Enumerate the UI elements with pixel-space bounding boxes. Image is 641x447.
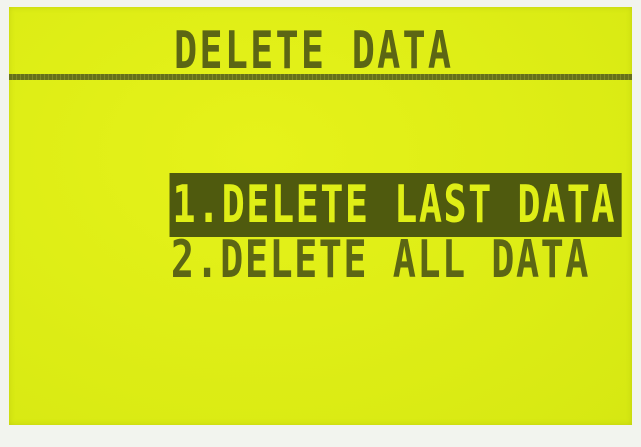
device-bezel: DELETE DATA 1.DELETE LAST DATA 2.DELETE … xyxy=(0,0,641,447)
lcd-screen: DELETE DATA 1.DELETE LAST DATA 2.DELETE … xyxy=(9,7,632,425)
title-divider xyxy=(9,74,632,80)
menu-item-label: 2.DELETE ALL DATA xyxy=(170,230,590,290)
menu-item-delete-last-data[interactable]: 1.DELETE LAST DATA xyxy=(23,127,621,235)
screen-title: DELETE DATA xyxy=(174,21,454,81)
menu-item-delete-all-data[interactable]: 2.DELETE ALL DATA xyxy=(23,182,590,286)
